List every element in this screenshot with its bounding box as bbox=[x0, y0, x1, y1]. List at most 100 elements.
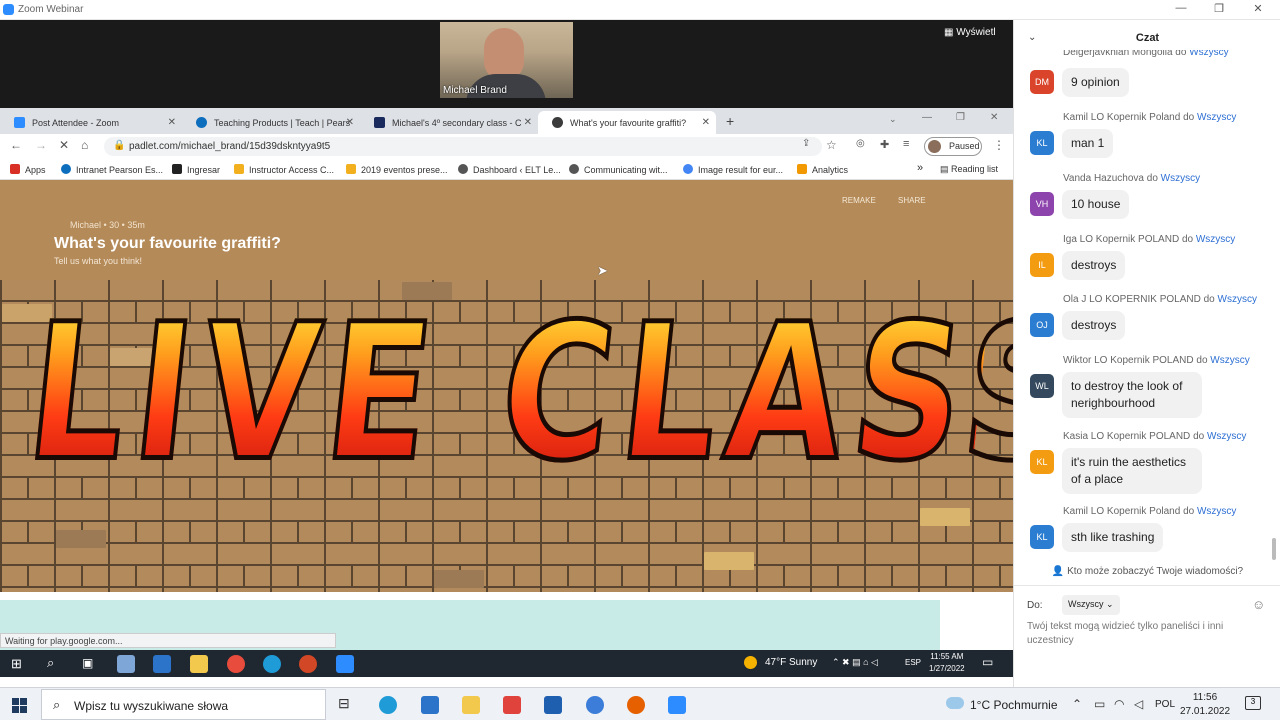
remote-chrome-icon[interactable] bbox=[227, 655, 245, 673]
remote-zoom-icon[interactable] bbox=[336, 655, 354, 673]
taskbar-search[interactable]: ⌕ Wpisz tu wyszukiwane słowa bbox=[41, 689, 326, 720]
remote-tray-icons[interactable]: ⌃ ✖ ▤ ⌂ ◁ bbox=[832, 657, 878, 668]
notification-icon[interactable]: 3 bbox=[1245, 696, 1261, 710]
recipient: Wszyscy bbox=[1195, 234, 1236, 245]
avatar: WL bbox=[1030, 374, 1054, 398]
lock-icon[interactable]: 🔒 bbox=[113, 140, 125, 151]
bookmark-instructor[interactable]: Instructor Access C... bbox=[234, 164, 334, 175]
remote-mail-icon[interactable] bbox=[153, 655, 171, 673]
tab-teaching-products[interactable]: Teaching Products | Teach | Pears ✕ bbox=[182, 111, 360, 134]
message-text: sth like trashing bbox=[1062, 523, 1164, 552]
wifi-icon[interactable]: ◠ bbox=[1114, 697, 1124, 711]
remote-search-icon[interactable]: ⌕ bbox=[47, 655, 54, 671]
avatar: KL bbox=[1030, 450, 1054, 474]
profile-paused-button[interactable]: Paused bbox=[924, 137, 982, 156]
weather-widget[interactable]: 1°C Pochmurnie bbox=[970, 698, 1058, 712]
file-explorer-icon[interactable] bbox=[462, 696, 480, 714]
clock-date: 27.01.2022 bbox=[1180, 706, 1231, 717]
bookmark-intranet[interactable]: Intranet Pearson Es... bbox=[61, 164, 163, 175]
remote-explorer-icon[interactable] bbox=[190, 655, 208, 673]
media-queue-icon[interactable]: ≡ bbox=[903, 138, 909, 150]
firefox-icon[interactable] bbox=[627, 696, 645, 714]
bookmarks-more-button[interactable]: » bbox=[917, 162, 923, 174]
url-text[interactable]: padlet.com/michael_brand/15d39dskntyya9t… bbox=[129, 141, 330, 152]
who-can-see-link[interactable]: 👤 Kto może zobaczyć Twoje wiadomości? bbox=[1014, 566, 1280, 586]
tab-label: Teaching Products | Teach | Pears bbox=[214, 118, 351, 128]
tab-close-icon[interactable]: ✕ bbox=[702, 117, 710, 128]
bookmark-ingresar[interactable]: Ingresar bbox=[172, 164, 220, 175]
bookmark-apps[interactable]: Apps bbox=[10, 164, 46, 175]
share-page-icon[interactable]: ⇪ bbox=[802, 138, 810, 149]
home-icon[interactable]: ⌂ bbox=[81, 138, 88, 152]
tab-close-icon[interactable]: ✕ bbox=[524, 117, 532, 128]
language-indicator[interactable]: POL bbox=[1155, 699, 1175, 710]
forward-icon[interactable]: → bbox=[35, 138, 47, 152]
close-icon[interactable]: ✕ bbox=[1248, 2, 1268, 15]
view-button[interactable]: ▦ Wyświetl bbox=[944, 27, 996, 38]
remote-start-icon[interactable]: ⊞ bbox=[11, 656, 22, 672]
remote-powerpoint-icon[interactable] bbox=[299, 655, 317, 673]
battery-icon[interactable]: ▭ bbox=[1094, 697, 1105, 711]
maximize-icon[interactable]: ❐ bbox=[1209, 2, 1229, 15]
bookmark-image-result[interactable]: Image result for eur... bbox=[683, 164, 783, 175]
tab-post-attendee[interactable]: Post Attendee - Zoom ✕ bbox=[0, 111, 182, 134]
tab-search-icon[interactable]: ⌄ bbox=[889, 114, 897, 125]
chat-message-list[interactable]: Delgerjavkhlan Mongolia do Wszyscy DM 9 … bbox=[1014, 50, 1272, 568]
emoji-icon[interactable]: ☺ bbox=[1252, 597, 1265, 612]
bookmark-dashboard[interactable]: Dashboard ‹ ELT Le... bbox=[458, 164, 561, 175]
tab-favourite-graffiti[interactable]: What's your favourite graffiti? ✕ bbox=[538, 111, 716, 134]
brick bbox=[56, 530, 106, 548]
start-icon[interactable] bbox=[12, 698, 27, 713]
gift-app-icon[interactable] bbox=[503, 696, 521, 714]
tray-expand-icon[interactable]: ⌃ bbox=[1072, 697, 1082, 711]
taskbar-clock[interactable]: 11:56 27.01.2022 bbox=[1180, 691, 1230, 719]
recipient-select[interactable]: Wszyscy ⌄ bbox=[1062, 595, 1120, 615]
grid-icon: ▦ bbox=[944, 27, 954, 38]
browser-minimize-icon[interactable]: — bbox=[922, 112, 932, 123]
browser-icon[interactable] bbox=[586, 696, 604, 714]
remote-app-icon[interactable] bbox=[117, 655, 135, 673]
tab-close-icon[interactable]: ✕ bbox=[168, 117, 176, 128]
remote-taskview-icon[interactable]: ▣ bbox=[82, 656, 93, 670]
bookmark-analytics[interactable]: Analytics bbox=[797, 164, 848, 175]
reading-list-button[interactable]: ▤ Reading list bbox=[940, 164, 998, 175]
remote-edge-icon[interactable] bbox=[263, 655, 281, 673]
presenter-video[interactable]: Michael Brand bbox=[440, 22, 573, 98]
padlet-subtitle: Tell us what you think! bbox=[54, 256, 143, 266]
zoom-icon[interactable] bbox=[668, 696, 686, 714]
store-icon[interactable] bbox=[544, 696, 562, 714]
volume-icon[interactable]: ◁ bbox=[1134, 697, 1143, 711]
live-classes-graffiti: LIVE CLASSES bbox=[16, 283, 1013, 505]
extension-icon[interactable]: ◎ bbox=[856, 138, 865, 149]
new-tab-button[interactable]: + bbox=[726, 113, 734, 129]
remake-button[interactable]: REMAKE bbox=[842, 196, 876, 205]
pearson-favicon-icon bbox=[196, 117, 207, 128]
tab-michaels-class[interactable]: Michael's 4º secondary class - C ✕ bbox=[360, 111, 538, 134]
tab-close-icon[interactable]: ✕ bbox=[346, 117, 354, 128]
bookmark-communicating[interactable]: Communicating wit... bbox=[569, 164, 668, 175]
minimize-icon[interactable]: — bbox=[1171, 2, 1191, 14]
message-sender: Kamil LO Kopernik Poland do Wszyscy bbox=[1063, 112, 1236, 123]
chat-input-hint[interactable]: Twój tekst mogą widzieć tylko paneliści … bbox=[1027, 620, 1257, 648]
remote-notification-icon[interactable]: ▭ bbox=[982, 655, 993, 669]
puzzle-icon[interactable]: ✚ bbox=[880, 138, 889, 151]
mail-icon[interactable] bbox=[421, 696, 439, 714]
scrollbar-thumb[interactable] bbox=[1272, 538, 1276, 560]
bookmark-star-icon[interactable]: ☆ bbox=[826, 138, 837, 152]
message-sender: Kasia LO Kopernik POLAND do Wszyscy bbox=[1063, 431, 1246, 442]
remote-lang[interactable]: ESP bbox=[905, 658, 921, 667]
remote-clock[interactable]: 11:55 AM 1/27/2022 bbox=[929, 651, 965, 675]
bookmark-eventos[interactable]: 2019 eventos prese... bbox=[346, 164, 448, 175]
loading-status-tip: Waiting for play.google.com... bbox=[0, 633, 336, 648]
browser-close-icon[interactable]: ✕ bbox=[990, 112, 998, 123]
edge-icon[interactable] bbox=[379, 696, 397, 714]
reading-list-label: Reading list bbox=[951, 164, 999, 174]
chat-scrollbar[interactable] bbox=[1272, 60, 1276, 560]
browser-menu-icon[interactable]: ⋮ bbox=[993, 138, 1005, 152]
stop-loading-icon[interactable]: ✕ bbox=[59, 138, 69, 152]
task-view-icon[interactable]: ⊟ bbox=[338, 695, 350, 712]
remote-weather[interactable]: 47°F Sunny bbox=[765, 657, 817, 668]
browser-maximize-icon[interactable]: ❐ bbox=[956, 112, 965, 123]
back-icon[interactable]: ← bbox=[10, 138, 22, 152]
share-button[interactable]: SHARE bbox=[898, 196, 926, 205]
